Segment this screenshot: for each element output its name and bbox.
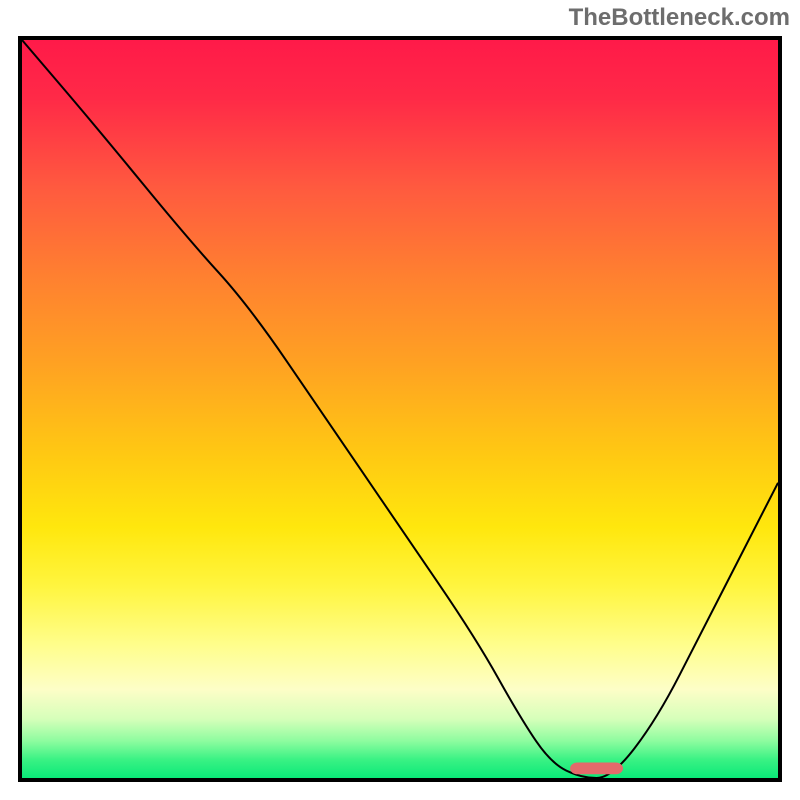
chart-frame [18, 36, 782, 782]
optimal-marker [22, 40, 778, 778]
watermark-text: TheBottleneck.com [569, 4, 790, 32]
